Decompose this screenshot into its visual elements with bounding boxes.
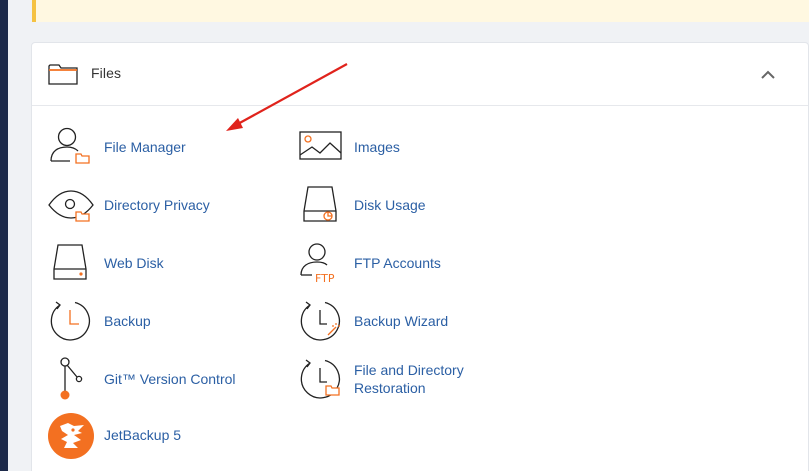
file-restoration-label-line2: Restoration: [354, 380, 426, 396]
notice-banner: [32, 0, 809, 22]
disk-usage-icon: [303, 186, 337, 222]
svg-text:FTP: FTP: [315, 272, 335, 285]
file-restoration-label: File and Directory: [354, 362, 464, 378]
folder-icon: [48, 64, 78, 85]
directory-privacy-icon: [48, 190, 94, 222]
panel-title: Files: [91, 65, 122, 81]
file-restoration-icon: [300, 359, 341, 399]
ftp-accounts-link[interactable]: FTP FTP Accounts: [298, 241, 478, 287]
ftp-accounts-label: FTP Accounts: [354, 255, 441, 271]
file-manager-label: File Manager: [104, 139, 186, 155]
backup-wizard-link[interactable]: Backup Wizard: [298, 299, 498, 345]
files-panel: Files File Manager Images Directory Priv…: [31, 42, 809, 471]
images-label: Images: [354, 139, 400, 155]
backup-link[interactable]: Backup: [48, 299, 228, 345]
file-manager-icon: [50, 127, 90, 164]
web-disk-link[interactable]: Web Disk: [48, 241, 228, 287]
jetbackup-label: JetBackup 5: [104, 427, 182, 443]
backup-wizard-icon: [300, 301, 341, 341]
backup-icon: [50, 301, 91, 341]
images-icon: [299, 131, 342, 160]
ftp-accounts-icon: FTP: [300, 243, 335, 285]
git-version-control-label: Git™ Version Control: [104, 371, 236, 387]
backup-label: Backup: [104, 313, 151, 329]
backup-wizard-label: Backup Wizard: [354, 313, 449, 329]
files-panel-header[interactable]: Files: [32, 43, 808, 106]
images-link[interactable]: Images: [298, 125, 478, 171]
chevron-up-icon[interactable]: [760, 68, 776, 82]
disk-usage-label: Disk Usage: [354, 197, 426, 213]
file-manager-link[interactable]: File Manager: [48, 125, 228, 171]
directory-privacy-link[interactable]: Directory Privacy: [48, 183, 268, 229]
file-restoration-link[interactable]: File and Directory Restoration: [298, 357, 498, 403]
web-disk-label: Web Disk: [104, 255, 164, 271]
directory-privacy-label: Directory Privacy: [104, 197, 210, 213]
left-sidebar-edge: [0, 0, 8, 471]
disk-usage-link[interactable]: Disk Usage: [298, 183, 478, 229]
git-version-control-link[interactable]: Git™ Version Control: [48, 357, 278, 403]
web-disk-icon: [53, 244, 87, 280]
git-icon: [60, 357, 83, 400]
jetbackup-icon: [48, 413, 94, 459]
jetbackup-link[interactable]: JetBackup 5: [48, 413, 228, 459]
